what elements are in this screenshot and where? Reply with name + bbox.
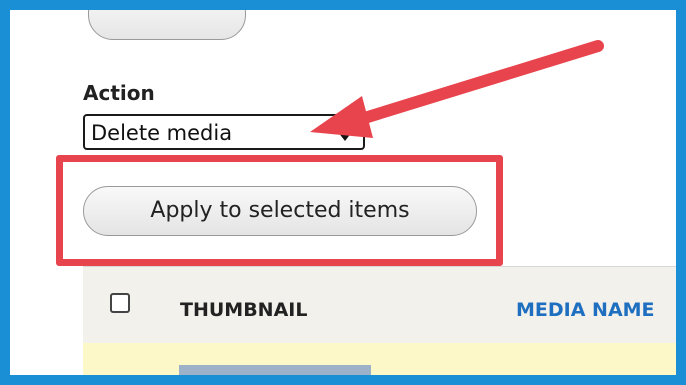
annotation-arrow-icon (310, 40, 604, 138)
screenshot-frame: Action Delete media Apply to selected it… (0, 0, 686, 385)
